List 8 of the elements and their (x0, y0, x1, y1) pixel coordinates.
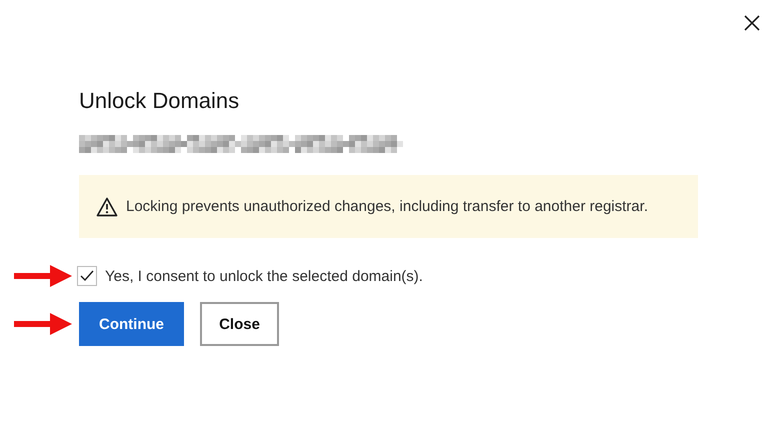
warning-icon (96, 196, 118, 216)
check-icon (80, 270, 94, 282)
consent-checkbox[interactable] (77, 266, 97, 286)
warning-text: Locking prevents unauthorized changes, including transfer to another registrar. (126, 198, 648, 215)
dialog-title: Unlock Domains (79, 88, 240, 114)
consent-label: Yes, I consent to unlock the selected domain(s). (105, 268, 423, 284)
continue-button[interactable]: Continue (79, 302, 184, 346)
close-button[interactable]: Close (200, 302, 279, 346)
